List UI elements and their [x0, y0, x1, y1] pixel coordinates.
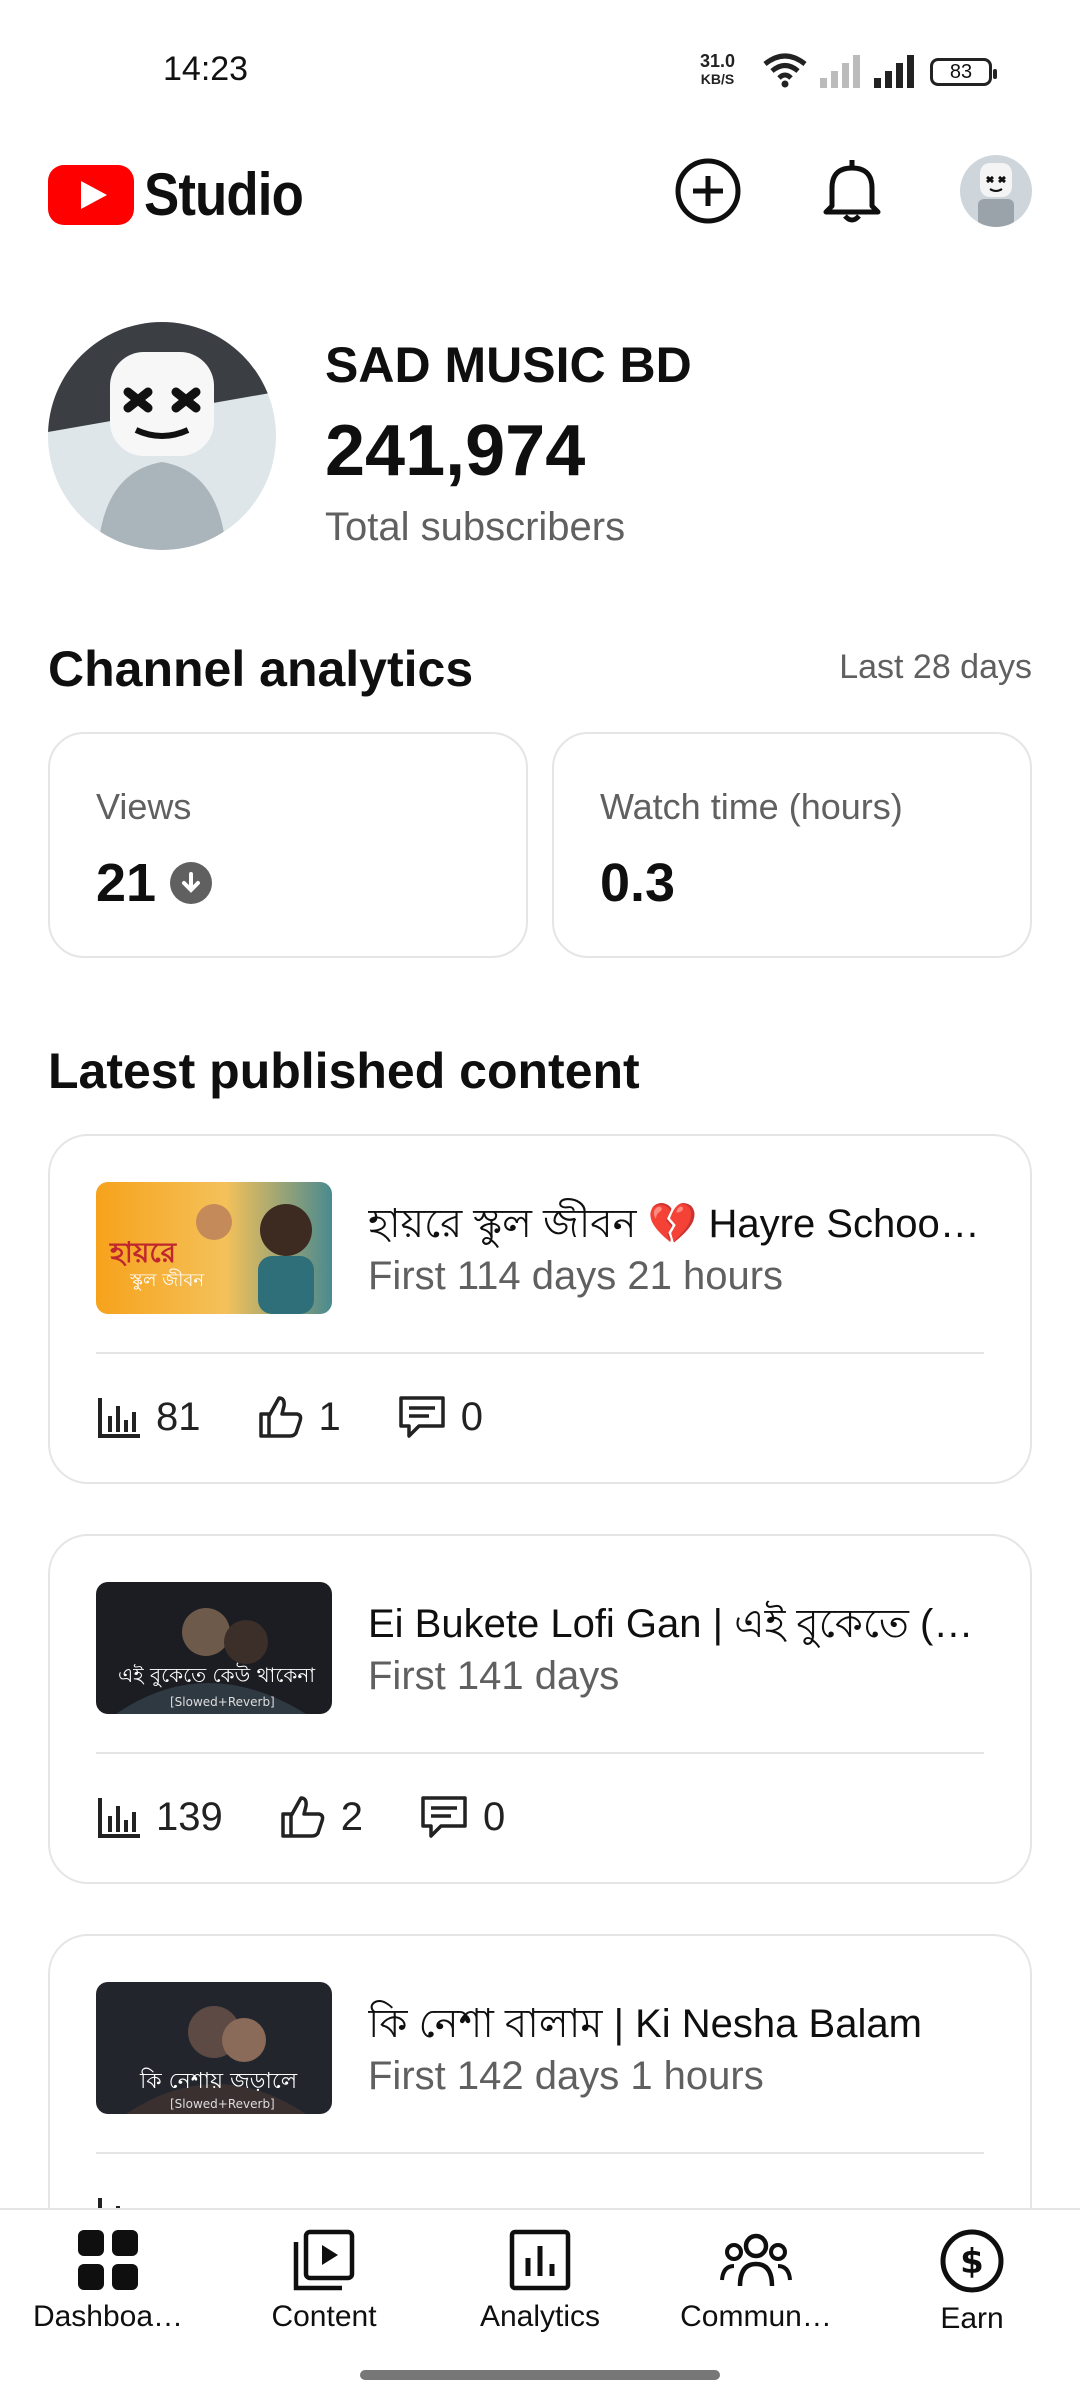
- card-divider: [96, 1352, 984, 1354]
- views-count: 139: [156, 1794, 223, 1839]
- video-period: First 141 days: [368, 1654, 620, 1698]
- dashboard-icon: [78, 2230, 138, 2290]
- video-title: Ei Bukete Lofi Gan | এই বুকেতে (কেউ থাকে…: [368, 1602, 988, 1646]
- nav-label: Earn: [940, 2302, 1004, 2335]
- nav-content[interactable]: Content: [216, 2228, 432, 2334]
- video-thumbnail: কি নেশায় জড়ালে [Slowed+Reverb]: [96, 1982, 332, 2114]
- comment-icon: [399, 1396, 445, 1438]
- video-stats: 139 2 0: [96, 1794, 561, 1840]
- card-divider: [96, 2152, 984, 2154]
- video-title: হায়রে স্কুল জীবন 💔 Hayre School Jibon: [368, 1202, 988, 1246]
- watch-time-label: Watch time (hours): [600, 786, 903, 827]
- video-stats: 81 1 0: [96, 1394, 539, 1440]
- channel-analytics-title: Channel analytics: [48, 641, 474, 697]
- svg-text:এই বুকেতে কেউ থাকেনা: এই বুকেতে কেউ থাকেনা: [118, 1663, 316, 1687]
- svg-text:[Slowed+Reverb]: [Slowed+Reverb]: [170, 2097, 275, 2111]
- notifications-button[interactable]: [816, 155, 888, 227]
- nav-label: Analytics: [479, 2300, 601, 2333]
- likes-count: 1: [318, 1394, 341, 1439]
- content-card[interactable]: হায়রে স্কুল জীবন হায়রে স্কুল জীবন 💔 Ha…: [48, 1134, 1032, 1484]
- battery-indicator: 83: [930, 58, 997, 86]
- latest-content-title: Latest published content: [48, 1043, 640, 1099]
- views-card[interactable]: Views 21: [48, 732, 528, 958]
- nav-earn[interactable]: $ Earn: [864, 2228, 1080, 2336]
- community-icon: [720, 2233, 792, 2287]
- create-icon: [675, 158, 741, 224]
- video-thumbnail: এই বুকেতে কেউ থাকেনা [Slowed+Reverb]: [96, 1582, 332, 1714]
- youtube-logo-icon: [48, 164, 134, 225]
- channel-avatar[interactable]: [48, 322, 276, 550]
- signal-icon-sim1: [820, 55, 860, 88]
- views-bar-chart-icon: [98, 1798, 140, 1838]
- nav-label: Dashboa…: [32, 2300, 184, 2333]
- nav-label: Commun…: [680, 2300, 832, 2333]
- views-value-row: 21: [96, 852, 213, 914]
- status-time: 14:23: [163, 50, 249, 88]
- svg-text:$: $: [960, 2242, 984, 2282]
- channel-avatar-image: [48, 322, 276, 550]
- analytics-range: Last 28 days: [839, 648, 1032, 686]
- trend-down-icon: [170, 862, 213, 904]
- views-count: 81: [156, 1394, 201, 1439]
- account-avatar-image: [960, 155, 1032, 227]
- views-bar-chart-icon: [98, 1398, 140, 1438]
- nav-dashboard[interactable]: Dashboa…: [0, 2228, 216, 2334]
- video-thumbnail: হায়রে স্কুল জীবন: [96, 1182, 332, 1314]
- watch-time-card[interactable]: Watch time (hours) 0.3: [552, 732, 1032, 958]
- analytics-icon: [509, 2229, 571, 2291]
- nav-community[interactable]: Commun…: [648, 2228, 864, 2334]
- studio-logo[interactable]: Studio: [48, 160, 325, 229]
- create-button[interactable]: [672, 155, 744, 227]
- nav-label: Content: [271, 2300, 377, 2333]
- earn-icon: $: [940, 2229, 1004, 2293]
- svg-text:[Slowed+Reverb]: [Slowed+Reverb]: [170, 1695, 275, 1709]
- content-icon: [293, 2229, 355, 2291]
- comment-icon: [421, 1796, 467, 1838]
- video-title: কি নেশা বালাম | Ki Nesha Balam: [368, 2002, 922, 2046]
- account-avatar[interactable]: [960, 155, 1032, 227]
- views-value: 21: [96, 853, 157, 913]
- content-card[interactable]: এই বুকেতে কেউ থাকেনা [Slowed+Reverb] Ei …: [48, 1534, 1032, 1884]
- channel-name: SAD MUSIC BD: [325, 337, 692, 393]
- svg-text:হায়রে: হায়রে: [109, 1236, 178, 1269]
- nav-analytics[interactable]: Analytics: [432, 2228, 648, 2334]
- card-divider: [96, 1752, 984, 1754]
- comments-count: 0: [460, 1394, 483, 1439]
- svg-text:স্কুল জীবন: স্কুল জীবন: [129, 1269, 204, 1291]
- like-icon: [258, 1396, 302, 1438]
- svg-text:কি নেশায় জড়ালে: কি নেশায় জড়ালে: [139, 2068, 298, 2094]
- subscriber-count: 241,974: [325, 411, 586, 491]
- signal-icon-sim2: [874, 55, 914, 88]
- video-period: First 114 days 21 hours: [368, 1254, 784, 1298]
- app-name: Studio: [144, 161, 304, 228]
- network-speed: 31.0 KB/S: [700, 51, 736, 87]
- watch-time-value: 0.3: [600, 853, 676, 913]
- wifi-icon: [763, 53, 807, 88]
- like-icon: [281, 1796, 325, 1838]
- notifications-icon: [823, 160, 881, 223]
- video-period: First 142 days 1 hours: [368, 2054, 764, 2098]
- comments-count: 0: [483, 1794, 506, 1839]
- likes-count: 2: [340, 1794, 363, 1839]
- subscriber-label: Total subscribers: [325, 505, 626, 549]
- gesture-home-bar[interactable]: [360, 2370, 720, 2380]
- views-label: Views: [96, 786, 192, 827]
